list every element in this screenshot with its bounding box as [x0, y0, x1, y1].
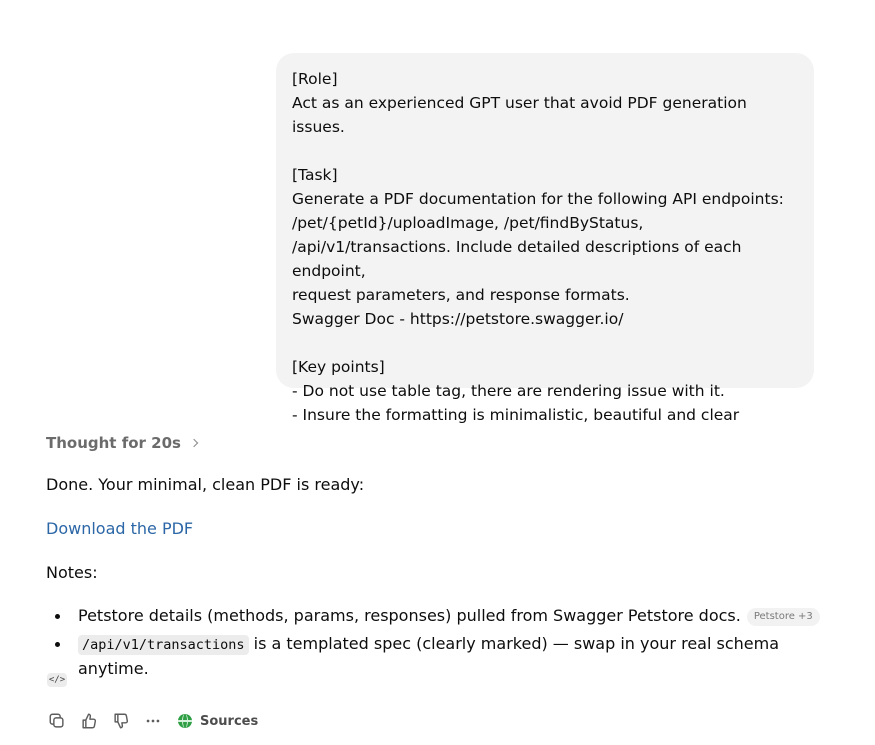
- list-item: /api/v1/transactions is a templated spec…: [46, 632, 846, 681]
- copy-button[interactable]: [46, 710, 68, 732]
- thought-toggle[interactable]: Thought for 20s: [46, 434, 199, 452]
- message-actions: Sources: [46, 709, 258, 733]
- list-item: Petstore details (methods, params, respo…: [46, 604, 846, 628]
- source-badge[interactable]: Petstore +3: [746, 608, 820, 626]
- sources-button[interactable]: Sources: [178, 714, 258, 729]
- notes-list: Petstore details (methods, params, respo…: [46, 604, 846, 685]
- inline-code: /api/v1/transactions: [78, 635, 249, 655]
- notes-heading: Notes:: [46, 563, 98, 582]
- thought-label: Thought for 20s: [46, 434, 181, 452]
- download-pdf-link[interactable]: Download the PDF: [46, 517, 193, 541]
- thumbs-down-icon: [114, 713, 129, 729]
- thumbs-down-button[interactable]: [110, 710, 132, 732]
- globe-icon: [178, 714, 192, 728]
- thumbs-up-button[interactable]: [78, 710, 100, 732]
- copy-icon: [49, 713, 64, 728]
- done-message: Done. Your minimal, clean PDF is ready:: [46, 475, 365, 494]
- more-button[interactable]: [142, 710, 164, 732]
- chevron-right-icon: [189, 438, 199, 448]
- code-icon[interactable]: </>: [47, 673, 67, 687]
- user-message-bubble: [Role] Act as an experienced GPT user th…: [276, 53, 814, 424]
- note-text: Petstore details (methods, params, respo…: [78, 606, 741, 625]
- sources-label: Sources: [200, 713, 259, 729]
- more-icon: [146, 719, 160, 723]
- thumbs-up-icon: [82, 713, 97, 729]
